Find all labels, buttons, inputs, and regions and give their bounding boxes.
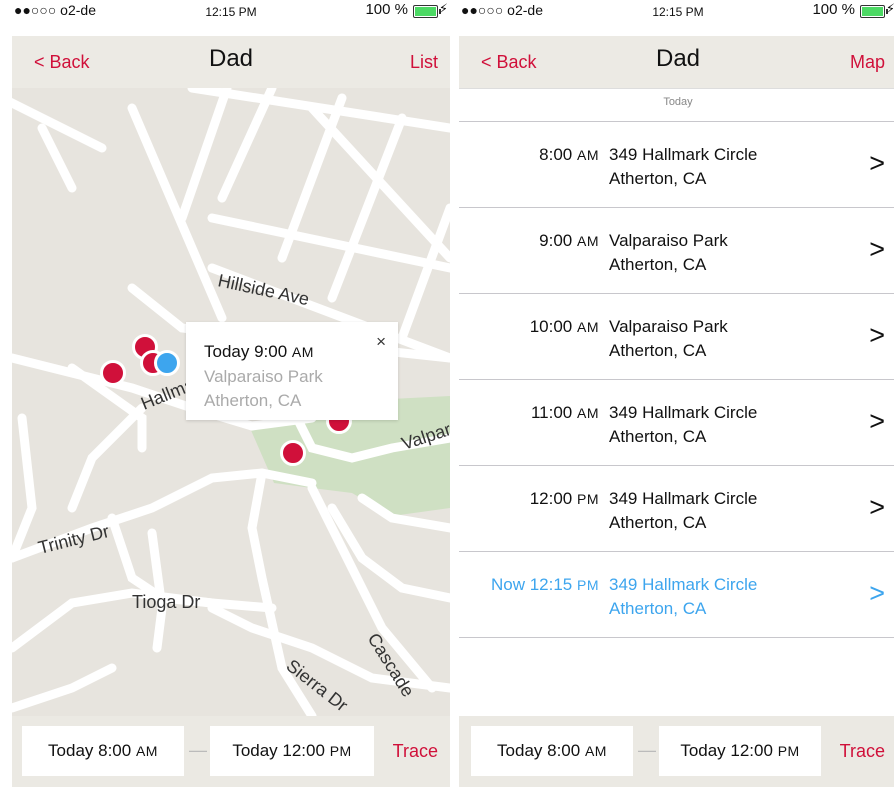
- status-bar: ●●○○○ o2-de 12:15 PM 100 % ⚡: [459, 0, 894, 22]
- start-time-button[interactable]: Today 8:00 AM: [22, 726, 184, 776]
- location-pin[interactable]: [100, 360, 126, 386]
- end-time-button[interactable]: Today 12:00 PM: [659, 726, 821, 776]
- callout-place: Valparaiso Park: [204, 367, 323, 386]
- list-item[interactable]: 9:00 AM Valparaiso Park Atherton, CA >: [459, 207, 894, 293]
- list-button[interactable]: List: [410, 52, 438, 73]
- trace-button[interactable]: Trace: [393, 741, 438, 762]
- nav-bar: < Back Dad List: [12, 36, 450, 89]
- chevron-right-icon: >: [869, 406, 885, 436]
- location-callout[interactable]: Today 9:00 AM Valparaiso Park Atherton, …: [186, 322, 398, 420]
- list-item[interactable]: 11:00 AM 349 Hallmark Circle Atherton, C…: [459, 379, 894, 465]
- status-bar: ●●○○○ o2-de 12:15 PM 100 % ⚡: [12, 0, 450, 22]
- row-address: 349 Hallmark Circle: [609, 575, 758, 594]
- page-title: Dad: [655, 45, 701, 72]
- map-button[interactable]: Map: [850, 52, 885, 73]
- map-screen: ●●○○○ o2-de 12:15 PM 100 % ⚡ < Back Dad …: [12, 0, 450, 787]
- row-time: 8:00 AM: [539, 145, 599, 164]
- nav-bar: < Back Dad Map: [459, 36, 894, 89]
- list-item[interactable]: 8:00 AM 349 Hallmark Circle Atherton, CA…: [459, 121, 894, 207]
- row-address: 349 Hallmark Circle: [609, 489, 758, 508]
- row-time: Now 12:15 PM: [490, 575, 599, 594]
- row-city: Atherton, CA: [609, 169, 707, 188]
- battery-icon: [413, 5, 441, 18]
- map-view[interactable]: Hillside Ave Hallmark Valparaiso Trinity…: [12, 88, 450, 716]
- charging-icon: ⚡: [438, 1, 448, 16]
- list-item[interactable]: 10:00 AM Valparaiso Park Atherton, CA >: [459, 293, 894, 379]
- row-city: Atherton, CA: [609, 599, 707, 618]
- close-icon[interactable]: ×: [376, 332, 386, 352]
- chevron-right-icon: >: [869, 234, 885, 264]
- row-address: Valparaiso Park: [609, 317, 728, 336]
- row-time: 11:00 AM: [530, 403, 599, 422]
- street-label-hillside: Hillside Ave: [216, 270, 311, 309]
- row-address: Valparaiso Park: [609, 231, 728, 250]
- row-address: 349 Hallmark Circle: [609, 145, 758, 164]
- battery-percent: 100 %: [365, 1, 408, 18]
- chevron-right-icon: >: [869, 492, 885, 522]
- chevron-right-icon: >: [869, 578, 885, 608]
- range-separator: —: [638, 740, 656, 760]
- row-time: 10:00 AM: [529, 317, 599, 336]
- row-city: Atherton, CA: [609, 427, 707, 446]
- street-label-trinity: Trinity Dr: [36, 521, 111, 558]
- start-time-button[interactable]: Today 8:00 AM: [471, 726, 633, 776]
- list-item[interactable]: 12:00 PM 349 Hallmark Circle Atherton, C…: [459, 465, 894, 551]
- trace-button[interactable]: Trace: [840, 741, 885, 762]
- end-time-button[interactable]: Today 12:00 PM: [210, 726, 374, 776]
- row-time: 12:00 PM: [529, 489, 599, 508]
- row-city: Atherton, CA: [609, 513, 707, 532]
- row-address: 349 Hallmark Circle: [609, 403, 758, 422]
- callout-city: Atherton, CA: [204, 391, 302, 410]
- chevron-right-icon: >: [869, 148, 885, 178]
- chevron-right-icon: >: [869, 320, 885, 350]
- time-range-bar: Today 8:00 AM — Today 12:00 PM Trace: [12, 716, 450, 787]
- current-location-pin[interactable]: [154, 350, 180, 376]
- list-screen: ●●○○○ o2-de 12:15 PM 100 % ⚡ < Back Dad …: [459, 0, 894, 787]
- list-item-current[interactable]: Now 12:15 PM 349 Hallmark Circle Atherto…: [459, 551, 894, 638]
- row-city: Atherton, CA: [609, 341, 707, 360]
- battery-percent: 100 %: [812, 1, 855, 18]
- street-label-tioga: Tioga Dr: [132, 592, 200, 612]
- location-list: 8:00 AM 349 Hallmark Circle Atherton, CA…: [459, 121, 894, 638]
- page-title: Dad: [208, 45, 254, 72]
- battery-icon: [860, 5, 888, 18]
- row-city: Atherton, CA: [609, 255, 707, 274]
- charging-icon: ⚡: [885, 1, 894, 16]
- section-header: Today: [663, 96, 693, 108]
- time-range-bar: Today 8:00 AM — Today 12:00 PM Trace: [459, 716, 894, 787]
- row-time: 9:00 AM: [539, 231, 599, 250]
- range-separator: —: [189, 740, 207, 760]
- callout-time: Today 9:00 AM: [204, 342, 314, 361]
- location-pin[interactable]: [280, 440, 306, 466]
